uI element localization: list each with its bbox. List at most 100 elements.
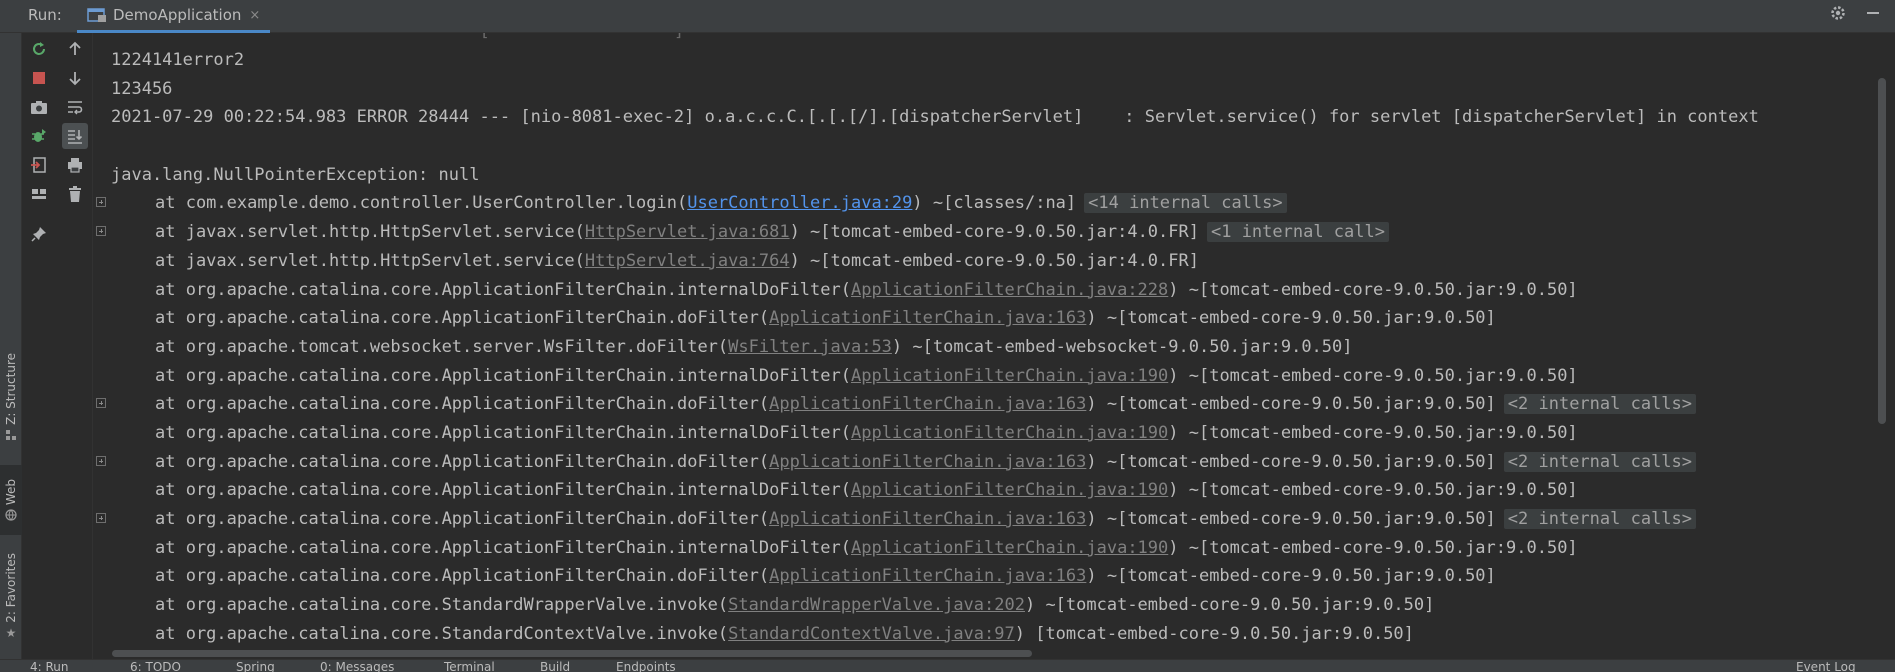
horizontal-scrollbar-thumb[interactable] — [112, 650, 1032, 657]
stack-frame-line: at com.example.demo.controller.UserContr… — [95, 189, 1873, 218]
bottom-tab-spring[interactable]: Spring — [236, 660, 275, 672]
up-arrow-icon[interactable] — [62, 36, 88, 62]
source-link[interactable]: ApplicationFilterChain.java:163 — [769, 394, 1086, 414]
console-icon — [87, 8, 106, 22]
source-link[interactable]: HttpServlet.java:681 — [585, 222, 790, 242]
internal-calls-badge[interactable]: <14 internal calls> — [1084, 193, 1287, 214]
internal-calls-badge[interactable]: <2 internal calls> — [1503, 394, 1697, 415]
stripe-favorites[interactable]: 2: Favorites ★ — [0, 553, 22, 640]
fold-expand-icon[interactable] — [96, 455, 106, 466]
internal-calls-badge[interactable]: <1 internal call> — [1206, 222, 1389, 243]
fold-expand-icon[interactable] — [96, 513, 106, 523]
source-link[interactable]: ApplicationFilterChain.java:163 — [769, 509, 1086, 529]
frame-method: at org.apache.catalina.core.StandardWrap… — [155, 595, 729, 616]
frame-method: at org.apache.catalina.core.StandardCont… — [155, 623, 729, 644]
frame-method: at org.apache.catalina.core.ApplicationF… — [155, 480, 851, 501]
stack-frame-line: at org.apache.catalina.core.StandardWrap… — [95, 591, 1873, 620]
stack-frame-line: at org.apache.catalina.core.ApplicationF… — [95, 304, 1873, 333]
frame-method: at org.apache.tomcat.websocket.server.Ws… — [155, 336, 729, 357]
console-line-text: at org.apache.catalina.core.StandardWrap… — [155, 591, 1434, 620]
frame-jar: ) ~[tomcat-embed-core-9.0.50.jar:9.0.50] — [1168, 422, 1578, 443]
camera-icon[interactable] — [26, 94, 52, 120]
vertical-scrollbar-thumb[interactable] — [1878, 78, 1886, 424]
frame-jar: ) ~[tomcat-embed-core-9.0.50.jar:9.0.50] — [1168, 279, 1578, 300]
console-output[interactable]: [ ] 1224141error2 123456 2021-07-29 00:22:… — [95, 33, 1873, 653]
stripe-structure[interactable]: Z: Structure — [0, 353, 22, 441]
frame-method: at org.apache.catalina.core.ApplicationF… — [155, 308, 770, 329]
stack-frame-line: at org.apache.catalina.core.StandardCont… — [95, 620, 1873, 649]
fold-expand-icon[interactable] — [96, 197, 106, 208]
bottom-tab-endpoints[interactable]: Endpoints — [616, 660, 676, 672]
frame-jar: ) ~[tomcat-embed-core-9.0.50.jar:9.0.50] — [1168, 480, 1578, 501]
source-link[interactable]: ApplicationFilterChain.java:163 — [769, 566, 1086, 586]
pin-icon[interactable] — [26, 221, 52, 247]
console-line: 1224141error2 — [95, 46, 1873, 75]
stack-frame-line: at org.apache.catalina.core.ApplicationF… — [95, 505, 1873, 534]
frame-method: at org.apache.catalina.core.ApplicationF… — [155, 537, 851, 558]
source-link[interactable]: UserController.java:29 — [687, 193, 912, 213]
soft-wrap-icon[interactable] — [62, 94, 88, 120]
console-line-text: at org.apache.tomcat.websocket.server.Ws… — [155, 333, 1353, 362]
frame-jar: ) ~[tomcat-embed-core-9.0.50.jar:9.0.50] — [1086, 566, 1496, 587]
bottom-tab-todo[interactable]: 6: TODO — [130, 660, 181, 672]
frame-method: at com.example.demo.controller.UserContr… — [155, 193, 688, 214]
print-icon[interactable] — [62, 152, 88, 178]
stripe-web-label: Web — [4, 478, 18, 506]
console-line-text: 1224141error2 — [111, 50, 245, 70]
frame-method: at org.apache.catalina.core.ApplicationF… — [155, 365, 851, 386]
source-link[interactable]: HttpServlet.java:764 — [585, 251, 790, 271]
source-link[interactable]: ApplicationFilterChain.java:163 — [769, 452, 1086, 472]
gear-icon[interactable] — [1829, 4, 1847, 27]
source-link[interactable]: ApplicationFilterChain.java:190 — [851, 423, 1168, 443]
stripe-web[interactable]: Web — [0, 465, 22, 535]
debug-bug-icon[interactable] — [26, 123, 52, 149]
stop-icon[interactable] — [26, 65, 52, 91]
stack-frame-line: at org.apache.tomcat.websocket.server.Ws… — [95, 333, 1873, 362]
internal-calls-badge[interactable]: <2 internal calls> — [1503, 451, 1697, 472]
source-link[interactable]: ApplicationFilterChain.java:190 — [851, 366, 1168, 386]
scroll-to-end-icon[interactable] — [62, 123, 88, 149]
console-line: java.lang.NullPointerException: null — [95, 161, 1873, 190]
tab-demo-application[interactable]: DemoApplication × — [77, 0, 270, 33]
frame-jar: ) ~[tomcat-embed-core-9.0.50.jar:9.0.50] — [1086, 394, 1496, 415]
bottom-tab-event-log[interactable]: Event Log — [1796, 660, 1856, 672]
frame-jar: ) ~[tomcat-embed-core-9.0.50.jar:9.0.50] — [1086, 308, 1496, 329]
close-icon[interactable]: × — [249, 8, 260, 23]
frame-method: at javax.servlet.http.HttpServlet.servic… — [155, 222, 585, 243]
bottom-tab-messages[interactable]: 0: Messages — [320, 660, 394, 672]
console-partial-text: [ ] — [111, 33, 991, 46]
fold-expand-icon[interactable] — [96, 398, 106, 409]
internal-calls-badge[interactable]: <2 internal calls> — [1503, 509, 1697, 529]
bottom-tab-terminal[interactable]: Terminal — [444, 660, 495, 672]
trash-icon[interactable] — [62, 181, 88, 207]
console-line-text: at org.apache.catalina.core.ApplicationF… — [155, 419, 1578, 448]
exit-icon[interactable] — [26, 152, 52, 178]
source-link[interactable]: WsFilter.java:53 — [728, 337, 892, 357]
source-link[interactable]: ApplicationFilterChain.java:190 — [851, 480, 1168, 500]
console-line-text: at org.apache.catalina.core.ApplicationF… — [155, 562, 1496, 591]
minimize-icon[interactable] — [1865, 5, 1881, 26]
layout-icon[interactable] — [26, 181, 52, 207]
console-line-text: at org.apache.catalina.core.ApplicationF… — [155, 304, 1496, 333]
frame-method: at org.apache.catalina.core.ApplicationF… — [155, 451, 770, 472]
stack-frame-line: at org.apache.catalina.core.ApplicationF… — [95, 448, 1873, 477]
frame-method: at org.apache.catalina.core.ApplicationF… — [155, 394, 770, 415]
source-link[interactable]: StandardContextValve.java:97 — [728, 624, 1015, 644]
rerun-icon[interactable] — [26, 36, 52, 62]
stack-frame-line: at org.apache.catalina.core.ApplicationF… — [95, 476, 1873, 505]
console-line-text: at com.example.demo.controller.UserContr… — [155, 189, 1287, 218]
fold-expand-icon[interactable] — [96, 226, 106, 237]
down-arrow-icon[interactable] — [62, 65, 88, 91]
star-icon: ★ — [5, 625, 17, 640]
bottom-tab-build[interactable]: Build — [540, 660, 570, 672]
source-link[interactable]: StandardWrapperValve.java:202 — [728, 595, 1025, 615]
frame-method: at org.apache.catalina.core.ApplicationF… — [155, 566, 770, 587]
console-line-text: at javax.servlet.http.HttpServlet.servic… — [155, 218, 1389, 247]
source-link[interactable]: ApplicationFilterChain.java:190 — [851, 538, 1168, 558]
bottom-tab-run[interactable]: 4: Run — [30, 660, 69, 672]
source-link[interactable]: ApplicationFilterChain.java:228 — [851, 280, 1168, 300]
left-tool-stripe: Z: Structure Web 2: Favorites ★ — [0, 33, 22, 672]
frame-jar: ) ~[tomcat-embed-core-9.0.50.jar:4.0.FR] — [789, 250, 1199, 271]
source-link[interactable]: ApplicationFilterChain.java:163 — [769, 308, 1086, 328]
